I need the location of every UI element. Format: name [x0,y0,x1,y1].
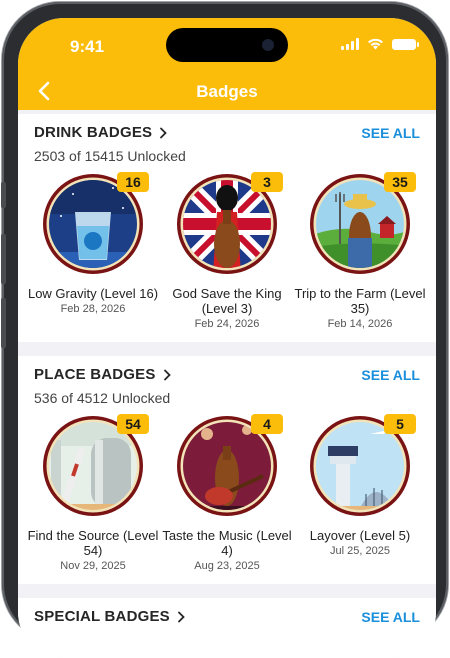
badge-name: Trip to the Farm (Level 35) [294,286,426,316]
badge-image: 4 [177,414,283,516]
section-header[interactable]: DRINK BADGES [34,124,168,141]
level-badge: 5 [384,414,416,434]
badge-name: Find the Source (Level 54) [27,528,159,558]
section-title: PLACE BADGES [34,366,156,383]
camera-icon [262,39,274,51]
battery-icon [392,38,419,50]
badge-date: Nov 29, 2025 [60,560,126,572]
badge-trip-to-the-farm[interactable]: 35 Trip to the Farm (Level 35) Feb 14, 2… [294,172,426,330]
badge-image: 16 [43,172,149,274]
section-title: DRINK BADGES [34,124,153,141]
badge-name: Low Gravity (Level 16) [27,286,159,301]
see-all-link[interactable]: SEE ALL [361,367,420,383]
status-time: 9:41 [70,37,105,56]
section-title: SPECIAL BADGES [34,608,170,625]
chevron-right-icon [177,611,185,622]
chevron-right-icon [163,369,171,380]
chevron-right-icon [160,127,168,138]
see-all-link[interactable]: SEE ALL [361,609,420,625]
place-badges-section: PLACE BADGES SEE ALL 536 of 4512 Unlocke… [18,356,436,584]
badge-layover[interactable]: 5 Layover (Level 5) Jul 25, 2025 [294,414,426,557]
badge-image: 3 [177,172,283,274]
drink-badges-section: DRINK BADGES SEE ALL 2503 of 15415 Unloc… [18,114,436,342]
side-button [1,234,6,284]
badge-god-save-the-king[interactable]: 3 God Save the King (Level 3) Feb 24, 20… [161,172,293,330]
badge-name: Layover (Level 5) [309,528,411,543]
app-header: 9:41 Badges [18,18,436,110]
dynamic-island [166,28,288,62]
badge-date: Feb 28, 2026 [60,303,126,315]
status-icons [341,38,419,50]
screen: 9:41 Badges DRINK BADGES SEE ALL 2503 of… [18,18,436,658]
badge-date: Feb 24, 2026 [194,318,260,330]
level-badge: 16 [117,172,149,192]
special-badges-section: SPECIAL BADGES SEE ALL [18,598,436,658]
badge-image: 54 [43,414,149,516]
level-badge: 4 [251,414,283,434]
badge-date: Jul 25, 2025 [330,545,390,557]
badge-date: Feb 14, 2026 [327,318,393,330]
level-badge: 54 [117,414,149,434]
side-button [1,182,6,208]
side-button [1,298,6,348]
wifi-icon [368,38,383,50]
level-badge: 35 [384,172,416,192]
cellular-signal-icon [341,38,359,50]
badge-image: 35 [310,172,416,274]
badge-name: God Save the King (Level 3) [172,286,282,316]
phone-frame: 9:41 Badges DRINK BADGES SEE ALL 2503 of… [1,2,448,658]
badge-date: Aug 23, 2025 [194,560,260,572]
badge-low-gravity[interactable]: 16 Low Gravity (Level 16) Feb 28, 2026 [27,172,159,315]
section-header[interactable]: PLACE BADGES [34,366,172,383]
badge-taste-the-music[interactable]: 4 Taste the Music (Level 4) Aug 23, 2025 [161,414,293,572]
see-all-link[interactable]: SEE ALL [361,125,420,141]
unlocked-count: 536 of 4512 Unlocked [34,390,171,406]
badge-name: Taste the Music (Level 4) [162,528,292,558]
unlocked-count: 2503 of 15415 Unlocked [34,148,186,164]
badge-image: 5 [310,414,416,516]
section-header[interactable]: SPECIAL BADGES [34,608,186,625]
badge-find-the-source[interactable]: 54 Find the Source (Level 54) Nov 29, 20… [27,414,159,572]
level-badge: 3 [251,172,283,192]
page-title: Badges [196,82,258,101]
